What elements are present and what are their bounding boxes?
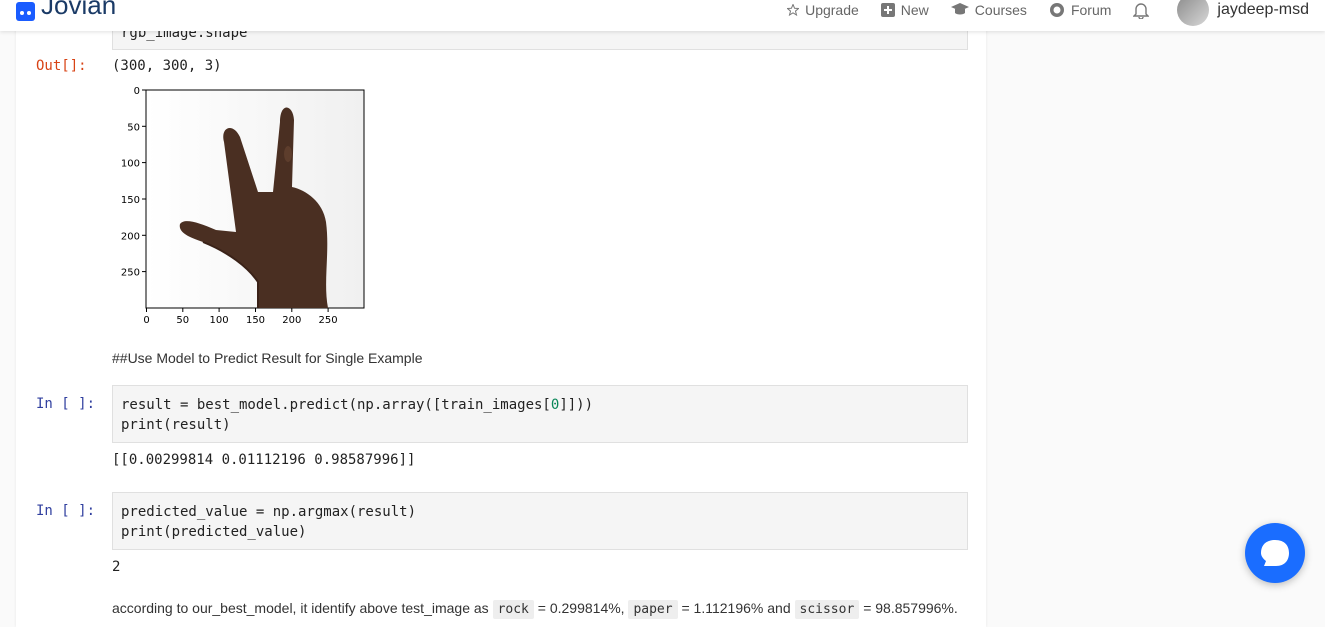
y-tick-label: 100: [121, 159, 140, 170]
code-line: print(predicted_value): [121, 524, 307, 540]
inline-code: rock: [492, 600, 534, 619]
logo-text: Jovian: [41, 0, 117, 20]
x-tick-label: 100: [210, 315, 229, 326]
upgrade-link[interactable]: Upgrade: [787, 2, 859, 18]
conclusion-text: according to our_best_model, it identify…: [112, 600, 958, 619]
x-tick-label: 150: [246, 315, 265, 326]
courses-label: Courses: [974, 2, 1027, 18]
shape-output: (300, 300, 3): [112, 58, 222, 74]
chat-icon: [1261, 540, 1289, 566]
in-prompt: In [ ]:: [36, 396, 96, 412]
forum-link[interactable]: Forum: [1049, 2, 1111, 18]
top-nav: Upgrade New Courses Forum jaydeep-msd: [765, 0, 1309, 26]
star-icon: [787, 4, 800, 16]
code-line: print(result): [121, 417, 231, 433]
plus-square-icon: [880, 3, 895, 17]
conclusion-part: = 1.112196% and: [681, 600, 791, 616]
user-menu[interactable]: jaydeep-msd: [1177, 0, 1309, 26]
x-tick-label: 200: [282, 315, 301, 326]
forum-label: Forum: [1070, 2, 1112, 18]
y-tick-label: 250: [121, 268, 140, 279]
new-label: New: [900, 2, 929, 18]
x-axis: 0 50 100 150 200 250: [143, 308, 338, 326]
jovian-logo-icon: [16, 2, 35, 21]
y-axis: 0 50 100 150 200 250: [121, 86, 146, 279]
hand-image-plot: 0 50 100 150 200 250 0 50 100 150 200 25…: [121, 86, 365, 326]
notifications-button[interactable]: [1133, 1, 1155, 19]
predict-code-cell[interactable]: result = best_model.predict(np.array([tr…: [112, 385, 968, 443]
y-tick-label: 50: [127, 122, 140, 133]
code-text: result = best_model.predict(np.array([tr…: [121, 397, 551, 413]
bell-icon: [1133, 3, 1150, 19]
x-tick-label: 50: [176, 315, 189, 326]
upgrade-label: Upgrade: [805, 2, 859, 18]
chat-widget-button[interactable]: [1245, 523, 1305, 583]
x-tick-label: 250: [319, 315, 338, 326]
notebook-panel: rgb_image.shape Out[]: (300, 300, 3) 0 5…: [16, 0, 986, 627]
y-tick-label: 150: [121, 195, 140, 206]
argmax-output: 2: [112, 559, 121, 575]
avatar: [1177, 0, 1210, 26]
code-line: result = best_model.predict(np.array([tr…: [121, 395, 959, 415]
conclusion-part: according to our_best_model, it identify…: [112, 600, 489, 616]
code-line: predicted_value = np.argmax(result): [121, 504, 417, 520]
argmax-code-cell[interactable]: predicted_value = np.argmax(result) prin…: [112, 492, 968, 550]
predict-output: [[0.00299814 0.01112196 0.98587996]]: [112, 452, 416, 468]
graduation-cap-icon: [950, 3, 969, 15]
y-tick-label: 200: [121, 231, 140, 242]
conclusion-part: = 0.299814%,: [537, 600, 625, 616]
top-header: Jovian Upgrade New Courses Forum jaydeep…: [0, 0, 1325, 31]
inline-code: paper: [628, 600, 678, 619]
markdown-heading: ##Use Model to Predict Result for Single…: [112, 350, 423, 366]
username: jaydeep-msd: [1217, 1, 1309, 18]
code-text: ]])): [559, 397, 594, 413]
inline-code: scissor: [794, 600, 860, 619]
courses-link[interactable]: Courses: [950, 2, 1027, 18]
discourse-icon: [1049, 3, 1064, 17]
out-prompt: Out[]:: [36, 58, 87, 74]
conclusion-part: = 98.857996%.: [863, 600, 958, 616]
x-tick-label: 0: [143, 315, 149, 326]
in-prompt: In [ ]:: [36, 503, 96, 519]
jovian-logo[interactable]: Jovian: [16, 0, 116, 21]
new-button[interactable]: New: [880, 2, 929, 18]
y-tick-label: 0: [134, 86, 140, 97]
